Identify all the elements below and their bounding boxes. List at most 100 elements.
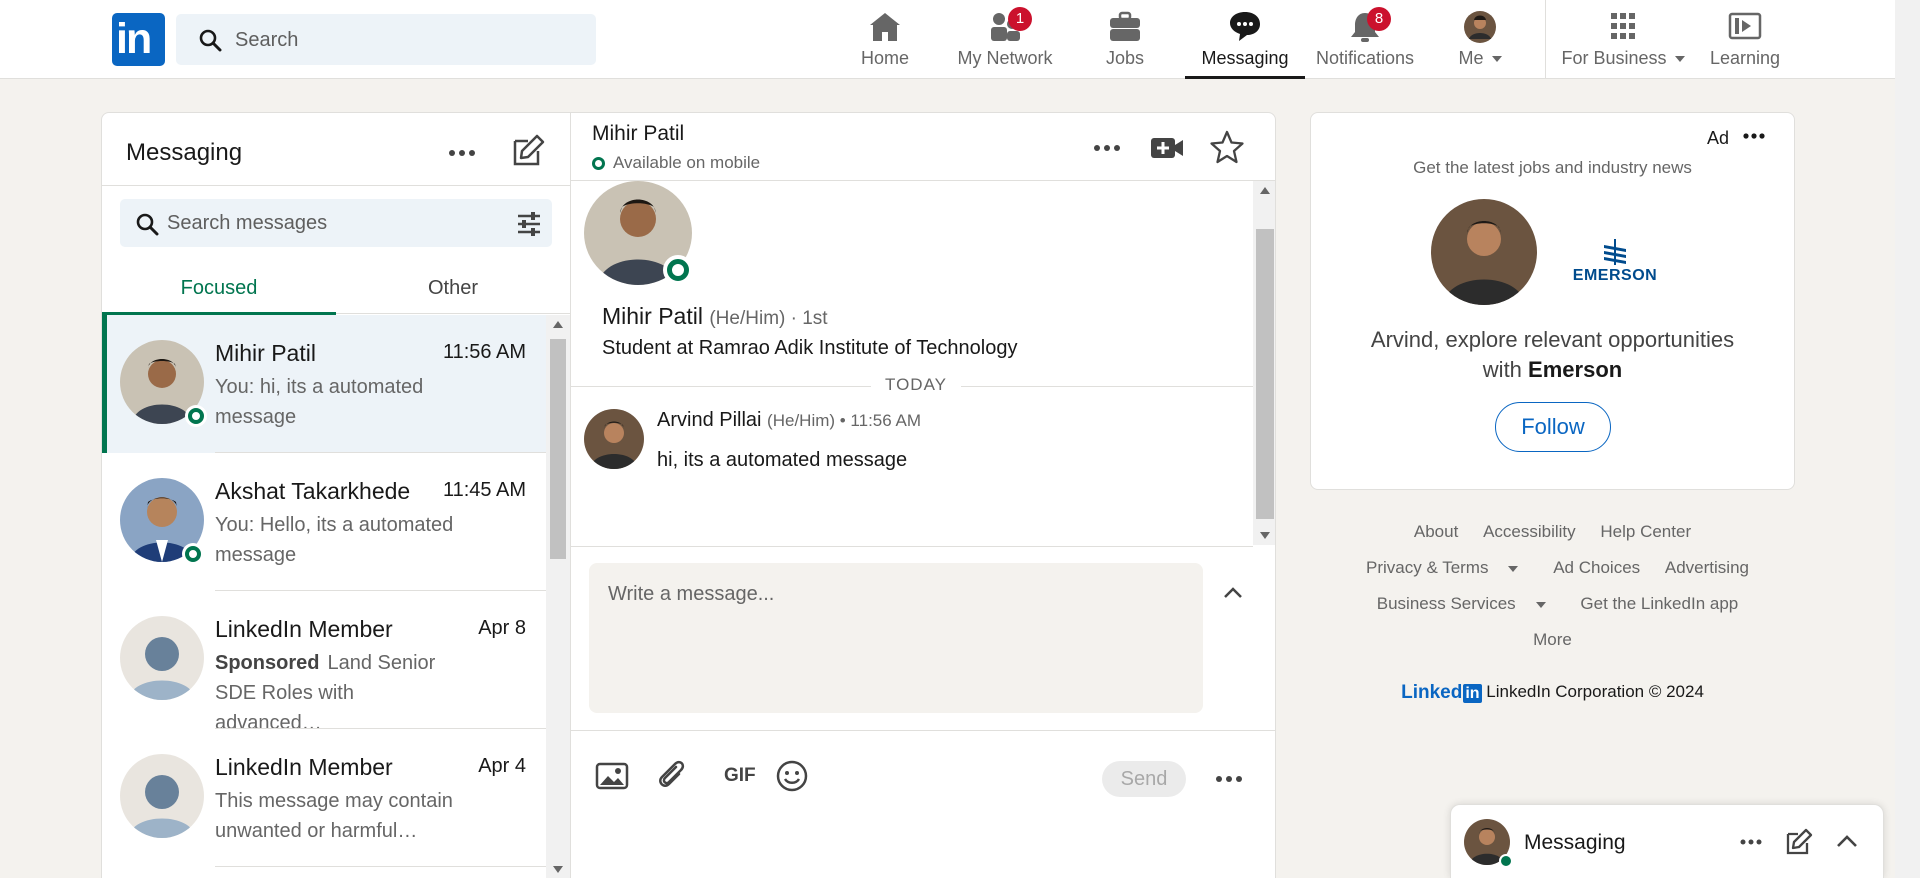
copyright: LinkedIn Corporation © 2024	[1486, 682, 1704, 701]
more-options-icon[interactable]	[1739, 125, 1769, 147]
thread-contact-name[interactable]: Mihir Patil	[592, 122, 684, 146]
nav-messaging[interactable]: Messaging	[1185, 0, 1305, 79]
linkedin-logo[interactable]: in	[112, 13, 165, 66]
compose-icon[interactable]	[1784, 827, 1814, 857]
me-dropdown-caret	[1491, 56, 1502, 63]
nav-home[interactable]: Home	[838, 0, 932, 79]
emerson-logo: EMERSON	[1551, 237, 1679, 289]
avatar	[1431, 199, 1537, 305]
footer-link-get-app[interactable]: Get the LinkedIn app	[1580, 594, 1738, 613]
linkedin-wordmark: Linked in	[1401, 682, 1482, 703]
mobile-status-icon	[592, 157, 605, 170]
more-options-icon[interactable]	[444, 135, 480, 171]
avatar	[120, 754, 204, 838]
online-status-icon	[1499, 854, 1513, 868]
thread-scrollbar[interactable]	[1253, 181, 1275, 545]
footer-link-accessibility[interactable]: Accessibility	[1483, 522, 1576, 541]
search-icon	[199, 29, 222, 52]
profile-name[interactable]: Mihir Patil (He/Him) · 1st	[602, 303, 828, 330]
learning-icon	[1728, 12, 1762, 40]
conversation-item[interactable]: LinkedIn Member Apr 8 Sponsored Land Seni…	[102, 591, 546, 734]
chevron-up-icon[interactable]	[1219, 579, 1247, 607]
network-badge: 1	[1008, 7, 1032, 31]
scroll-up-arrow-icon[interactable]	[553, 321, 563, 328]
nav-my-network[interactable]: 1 My Network	[948, 0, 1062, 79]
video-call-icon[interactable]	[1149, 130, 1185, 166]
message-composer-input[interactable]: Write a message...	[589, 563, 1203, 713]
online-status-icon	[182, 543, 204, 565]
chevron-up-icon[interactable]	[1832, 827, 1862, 857]
footer-link-about[interactable]: About	[1414, 522, 1458, 541]
online-status-icon	[663, 255, 693, 285]
message-tabs: Focused Other	[102, 262, 571, 315]
scrollbar-thumb[interactable]	[550, 339, 566, 559]
gif-button[interactable]: GIF	[724, 765, 756, 787]
message-text: hi, its a automated message	[657, 449, 908, 471]
search-messages-placeholder: Search messages	[167, 212, 328, 234]
message-thread: Mihir Patil Available on mobile Mihir Pa…	[571, 113, 1275, 878]
profile-headline: Student at Ramrao Adik Institute of Tech…	[602, 337, 1018, 359]
messaging-icon	[1230, 12, 1260, 41]
business-dropdown-caret	[1674, 56, 1685, 63]
scroll-down-arrow-icon[interactable]	[553, 866, 563, 873]
emoji-icon[interactable]	[774, 758, 810, 794]
global-nav: in Search Home 1 My Network Jobs Messagi…	[0, 0, 1895, 79]
footer-brand: Linked in LinkedIn Corporation © 2024	[1310, 682, 1795, 704]
global-search-input[interactable]: Search	[176, 14, 596, 65]
more-options-icon[interactable]	[1736, 827, 1766, 857]
avatar	[120, 616, 204, 700]
nav-for-business[interactable]: For Business	[1560, 0, 1686, 79]
nav-learning[interactable]: Learning	[1700, 0, 1790, 79]
conversation-item[interactable]: Akshat Takarkhede 11:45 AM You: Hello, i…	[102, 453, 546, 591]
divider	[571, 730, 1275, 731]
tab-other[interactable]: Other	[336, 262, 570, 314]
scroll-up-arrow-icon[interactable]	[1260, 187, 1270, 194]
search-icon	[136, 213, 159, 236]
page-scrollbar[interactable]	[1895, 0, 1920, 878]
thread-messages: Mihir Patil (He/Him) · 1st Student at Ra…	[571, 181, 1253, 547]
ad-copy: Arvind, explore relevant opportunities w…	[1370, 327, 1735, 382]
thread-status: Available on mobile	[613, 153, 761, 172]
conversation-list-column: Messaging Search messages Focused Other …	[102, 113, 571, 878]
footer-link-ad-choices[interactable]: Ad Choices	[1553, 558, 1640, 577]
scrollbar-thumb[interactable]	[1256, 229, 1274, 519]
message-sender[interactable]: Arvind Pillai (He/Him) • 11:56 AM	[657, 409, 921, 432]
chevron-down-icon	[1535, 601, 1546, 608]
dock-title: Messaging	[1524, 831, 1626, 854]
star-icon[interactable]	[1209, 129, 1245, 165]
ad-label: Ad	[1707, 128, 1730, 148]
footer-link-privacy-terms[interactable]: Privacy & Terms	[1356, 558, 1529, 577]
conversation-list-scrollbar[interactable]	[546, 315, 570, 878]
messaging-title: Messaging	[126, 139, 243, 166]
grid-icon	[1611, 13, 1635, 39]
composer-placeholder: Write a message...	[608, 583, 775, 605]
nav-me[interactable]: Me	[1435, 0, 1525, 79]
more-options-icon[interactable]	[1211, 761, 1247, 797]
scroll-down-arrow-icon[interactable]	[1260, 532, 1270, 539]
nav-notifications[interactable]: 8 Notifications	[1310, 0, 1420, 79]
compose-icon[interactable]	[510, 133, 546, 169]
send-button[interactable]: Send	[1102, 761, 1186, 797]
sponsored-label: Sponsored	[215, 652, 320, 674]
messaging-dock[interactable]: Messaging	[1450, 804, 1884, 878]
nav-jobs[interactable]: Jobs	[1080, 0, 1170, 79]
nav-divider	[1545, 0, 1546, 79]
conversation-item[interactable]: LinkedIn Member Apr 4 This message may c…	[102, 729, 546, 867]
more-options-icon[interactable]	[1089, 130, 1125, 166]
footer-link-business-services[interactable]: Business Services	[1367, 594, 1556, 613]
ad-card: Ad Get the latest jobs and industry news…	[1310, 112, 1795, 490]
conversation-item[interactable]: Mihir Patil 11:56 AM You: hi, its a auto…	[102, 315, 546, 453]
avatar[interactable]	[584, 409, 644, 469]
attachment-icon[interactable]	[654, 758, 690, 794]
follow-button[interactable]: Follow	[1495, 402, 1611, 452]
footer-link-advertising[interactable]: Advertising	[1665, 558, 1749, 577]
filter-icon[interactable]	[516, 211, 542, 237]
image-icon[interactable]	[594, 758, 630, 794]
tab-focused[interactable]: Focused	[102, 262, 336, 315]
messaging-header: Messaging	[102, 113, 571, 186]
footer-link-help-center[interactable]: Help Center	[1600, 522, 1691, 541]
briefcase-icon	[1110, 11, 1140, 41]
search-messages-input[interactable]: Search messages	[120, 199, 552, 247]
divider	[215, 866, 546, 867]
footer-link-more[interactable]: More	[1533, 630, 1572, 649]
